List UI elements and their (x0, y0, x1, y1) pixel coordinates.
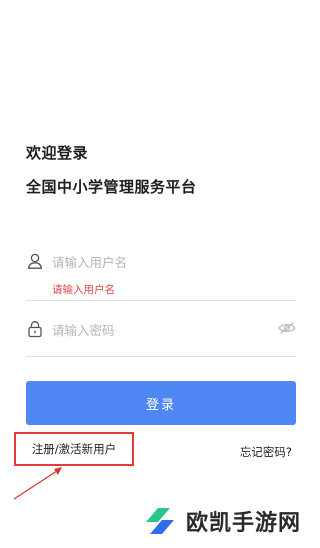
brand-logo-icon (146, 508, 174, 534)
watermark-brand: 欧凯手游网 (140, 502, 301, 540)
username-field: 请输入用户名 (26, 250, 296, 301)
welcome-heading: 欢迎登录 (26, 144, 89, 162)
platform-title: 全国中小学管理服务平台 (26, 178, 197, 196)
user-icon (27, 253, 43, 269)
username-error: 请输入用户名 (52, 284, 115, 296)
password-field (26, 318, 296, 357)
login-button[interactable]: 登录 (26, 381, 296, 425)
register-link[interactable]: 注册/激活新用户 (32, 441, 116, 457)
watermark-text: 欧凯手游网 (186, 511, 302, 536)
lock-icon (28, 321, 42, 338)
password-input[interactable] (52, 318, 272, 342)
register-highlight-box: 注册/激活新用户 (14, 432, 134, 466)
username-input[interactable] (52, 250, 272, 274)
forgot-password-link[interactable]: 忘记密码? (240, 444, 292, 460)
annotation-arrow-icon (13, 467, 62, 500)
eye-hidden-icon[interactable] (278, 321, 296, 335)
